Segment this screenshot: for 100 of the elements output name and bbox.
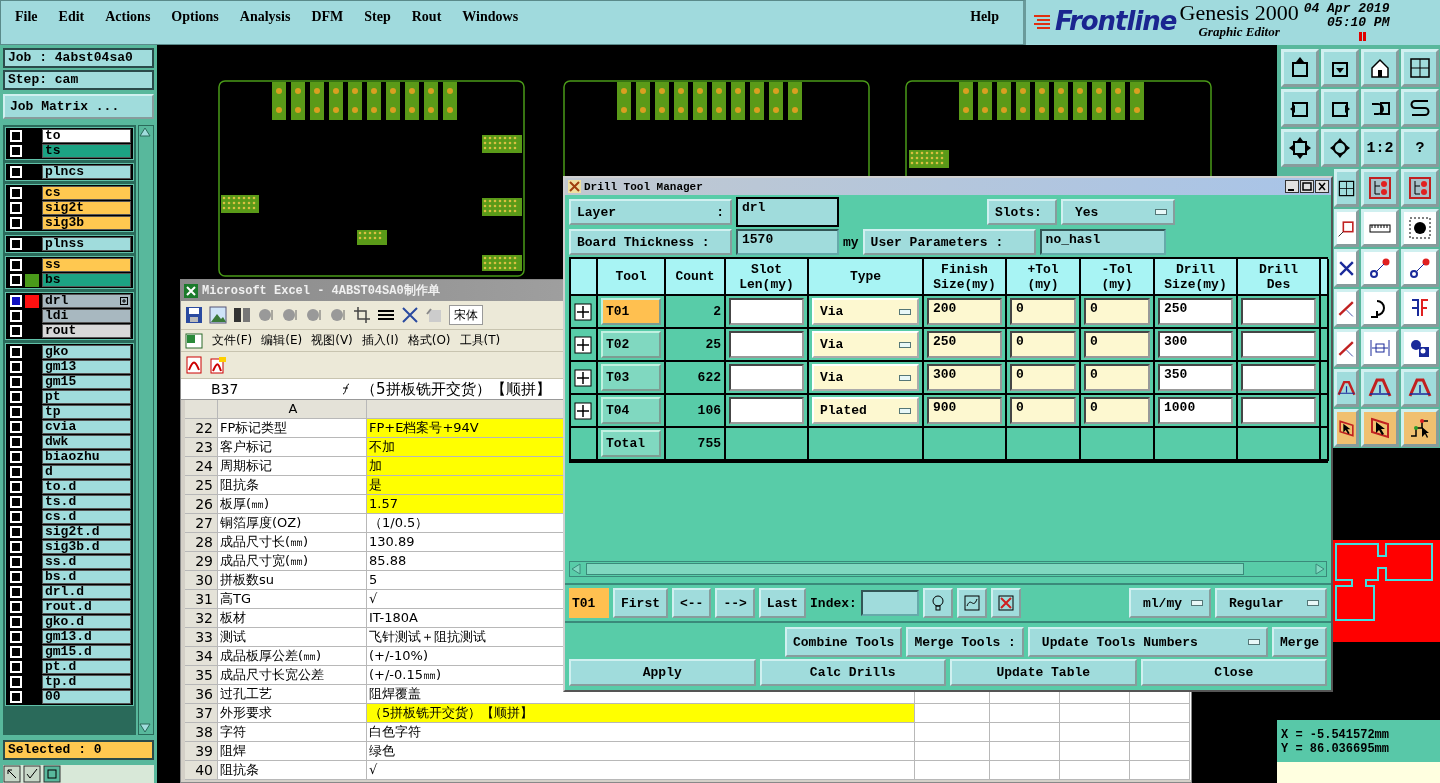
user-parameters-field[interactable]: no_hasl	[1039, 229, 1166, 255]
action-button[interactable]: Calc Drills	[759, 659, 946, 686]
layer-checkbox[interactable]	[10, 646, 22, 658]
nav-button[interactable]: <--	[672, 588, 712, 618]
tool-button[interactable]	[1281, 89, 1319, 127]
row-number[interactable]: 23	[185, 438, 218, 457]
font-field[interactable]: 宋体	[449, 305, 483, 325]
thickness-field[interactable]: 1570	[736, 229, 839, 255]
columns-icon[interactable]	[233, 306, 251, 324]
layer-checkbox[interactable]	[10, 556, 22, 568]
close-icon[interactable]	[1315, 180, 1329, 193]
layer-checkbox[interactable]	[10, 217, 22, 229]
layer-checkbox[interactable]	[10, 676, 22, 688]
layer-checkbox[interactable]	[10, 511, 22, 523]
layer-name[interactable]: plnss	[42, 237, 131, 251]
image-icon[interactable]	[209, 306, 227, 324]
menu-item[interactable]: Windows	[462, 9, 519, 44]
layer-name[interactable]: gko.d	[42, 615, 131, 629]
name-box[interactable]: B37	[181, 379, 331, 399]
menu-item[interactable]: Step	[364, 9, 391, 44]
row-number[interactable]: 27	[185, 514, 218, 533]
layer-label[interactable]: Layer :	[569, 199, 732, 225]
slot-length-field[interactable]	[729, 298, 804, 325]
layer-name[interactable]: plncs	[42, 165, 131, 179]
layer-checkbox[interactable]	[10, 166, 22, 178]
menu-item[interactable]: Edit	[58, 9, 85, 44]
layer-name[interactable]: tp	[42, 405, 131, 419]
action-button[interactable]: Close	[1140, 659, 1327, 686]
designation-field[interactable]	[1241, 331, 1316, 358]
designation-field[interactable]	[1241, 298, 1316, 325]
tool-button[interactable]	[1401, 49, 1439, 87]
layer-name[interactable]: to	[42, 129, 131, 143]
layer-name[interactable]: ts	[42, 144, 131, 158]
layer-checkbox[interactable]	[10, 436, 22, 448]
layer-name[interactable]: sig2t.d	[42, 525, 131, 539]
layer-checkbox[interactable]	[10, 187, 22, 199]
tool-button[interactable]	[1401, 209, 1439, 247]
minimize-icon[interactable]	[1285, 180, 1299, 193]
corner-cell[interactable]	[185, 400, 218, 419]
layer-checkbox[interactable]	[10, 691, 22, 703]
scroll-thumb[interactable]	[586, 563, 1244, 575]
layer-checkbox[interactable]	[10, 346, 22, 358]
tool-button[interactable]	[1361, 89, 1399, 127]
row-number[interactable]: 22	[185, 419, 218, 438]
layer-checkbox[interactable]	[10, 361, 22, 373]
layer-name[interactable]: ldi	[42, 309, 131, 323]
layer-checkbox[interactable]	[10, 586, 22, 598]
layer-checkbox[interactable]	[10, 259, 22, 271]
slots-dropdown[interactable]: Yes	[1061, 199, 1175, 225]
row-number[interactable]: 28	[185, 533, 218, 552]
layer-name[interactable]: cs	[42, 186, 131, 200]
plus-tolerance-field[interactable]: 0	[1010, 397, 1076, 424]
layer-field[interactable]: drl	[736, 197, 839, 227]
layer-name[interactable]: to.d	[42, 480, 131, 494]
help-button[interactable]: ?	[1401, 129, 1439, 167]
tool-button[interactable]: T03	[601, 364, 661, 391]
nav-button[interactable]: -->	[715, 588, 755, 618]
slot-length-field[interactable]	[729, 331, 804, 358]
layer-name[interactable]: biaozhu	[42, 450, 131, 464]
maximize-icon[interactable]	[1300, 180, 1314, 193]
plus-icon[interactable]	[574, 401, 592, 420]
plus-tolerance-field[interactable]: 0	[1010, 331, 1076, 358]
type-dropdown[interactable]: Via	[812, 364, 919, 391]
crop-icon[interactable]	[353, 306, 371, 324]
layer-name[interactable]: pt	[42, 390, 131, 404]
menu-item[interactable]: Actions	[105, 9, 151, 44]
reset-image-icon[interactable]	[425, 306, 443, 324]
row-number[interactable]: 32	[185, 609, 218, 628]
layer-checkbox[interactable]	[10, 145, 22, 157]
drill-size-field[interactable]: 300	[1158, 331, 1233, 358]
layer-checkbox[interactable]	[10, 631, 22, 643]
row-number[interactable]: 25	[185, 476, 218, 495]
type-dropdown[interactable]: Plated	[812, 397, 919, 424]
layer-name[interactable]: bs.d	[42, 570, 131, 584]
layer-name[interactable]: cs.d	[42, 510, 131, 524]
layer-name[interactable]: rout.d	[42, 600, 131, 614]
tool-button[interactable]: T01	[601, 298, 661, 325]
layer-checkbox[interactable]	[10, 130, 22, 142]
row-number[interactable]: 31	[185, 590, 218, 609]
minus-tolerance-field[interactable]: 0	[1084, 397, 1150, 424]
row-number[interactable]: 29	[185, 552, 218, 571]
layer-name[interactable]: gm13.d	[42, 630, 131, 644]
finish-size-field[interactable]: 300	[927, 364, 1002, 391]
tool-button[interactable]	[1334, 409, 1359, 447]
action-button[interactable]: Apply	[569, 659, 756, 686]
layer-checkbox[interactable]	[10, 391, 22, 403]
tool-button[interactable]	[1281, 49, 1319, 87]
minus-tolerance-field[interactable]: 0	[1084, 331, 1150, 358]
tool-button[interactable]	[1334, 289, 1359, 327]
frame-icon[interactable]	[43, 765, 61, 783]
type-dropdown[interactable]: Via	[812, 331, 919, 358]
row-number[interactable]: 39	[185, 742, 218, 761]
menu-item[interactable]: 格式(O)	[407, 332, 451, 349]
plus-tolerance-field[interactable]: 0	[1010, 298, 1076, 325]
layer-name[interactable]: drl	[42, 294, 131, 308]
icon-button[interactable]	[922, 588, 953, 618]
menu-item[interactable]: 文件(F)	[212, 332, 253, 349]
job-matrix-button[interactable]: Job Matrix ...	[3, 94, 154, 119]
layer-checkbox[interactable]	[10, 202, 22, 214]
row-number[interactable]: 38	[185, 723, 218, 742]
